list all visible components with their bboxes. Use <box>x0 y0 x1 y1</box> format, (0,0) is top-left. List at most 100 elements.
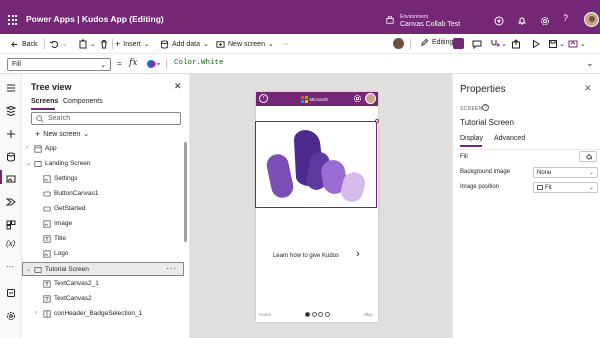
phone-header: ‹ Microsoft <box>256 92 378 106</box>
fx-icon[interactable]: fx <box>129 58 137 68</box>
advanced-tools-icon[interactable] <box>6 288 16 298</box>
close-icon[interactable]: ✕ <box>174 81 182 92</box>
new-screen-label: New screen <box>228 40 265 48</box>
tree-item-textcanvas2[interactable]: TextCanvas2 <box>22 292 184 306</box>
image-position-dropdown[interactable]: Fit ⌄ <box>533 182 598 193</box>
tree-item-settings[interactable]: Settings <box>22 172 184 186</box>
components-icon[interactable] <box>6 220 16 230</box>
resize-handle[interactable] <box>375 119 379 123</box>
delete-icon[interactable] <box>99 39 109 49</box>
tree-item-conheader-badgeselection-1[interactable]: › conHeader_BadgeSelection_1 <box>22 307 184 321</box>
paste-chevron-icon[interactable]: ⌄ <box>90 39 96 49</box>
hamburger-menu-icon[interactable] <box>6 83 16 93</box>
rail-active-indicator <box>0 170 2 184</box>
new-screen-button[interactable]: New screen ⌄ <box>216 39 274 49</box>
media-icon[interactable] <box>6 174 16 184</box>
back-icon[interactable]: ‹ <box>259 94 268 103</box>
undo-icon[interactable] <box>49 39 59 49</box>
text-control-icon <box>43 295 51 303</box>
tree-item-buttoncanvas1[interactable]: ButtonCanvas1 <box>22 187 184 201</box>
variables-icon[interactable]: (x) <box>6 239 16 249</box>
background-image-dropdown[interactable]: None ⌄ <box>533 167 598 178</box>
help-icon[interactable]: ? <box>482 104 489 111</box>
back-button[interactable]: Back <box>10 39 38 49</box>
user-avatar[interactable] <box>584 12 599 27</box>
undo-dropdown-chevron-icon[interactable]: ⌄ <box>62 39 68 49</box>
close-icon[interactable]: ✕ <box>584 83 592 94</box>
chevron-down-icon[interactable]: ⌄ <box>26 266 31 273</box>
tree-item-label: Title <box>54 235 67 242</box>
page-dot[interactable] <box>311 312 317 317</box>
publish-icon[interactable] <box>568 39 578 49</box>
copilot-icon[interactable] <box>494 16 504 26</box>
settings-rail-icon[interactable] <box>6 311 16 321</box>
chevron-down-icon: ⌄ <box>588 170 594 176</box>
tree-item-tutorial-screen[interactable]: ⌄ Tutorial Screen ··· <box>22 262 184 276</box>
checker-chevron-icon[interactable]: ⌄ <box>501 39 507 49</box>
tab-components[interactable]: Components <box>63 98 103 105</box>
app-checker-icon[interactable] <box>453 38 464 49</box>
formula-input[interactable]: Color.White <box>174 59 224 67</box>
chevron-right-icon[interactable]: › <box>35 310 37 316</box>
stethoscope-icon[interactable] <box>490 39 500 49</box>
page-dot[interactable] <box>324 312 330 317</box>
more-options-icon[interactable]: ··· <box>166 264 177 273</box>
tab-screens[interactable]: Screens <box>31 98 58 105</box>
more-commands-button[interactable]: ··· <box>282 39 289 49</box>
color-picker-icon[interactable] <box>146 59 160 69</box>
add-data-button[interactable]: Add data ⌄ <box>160 39 209 49</box>
expand-formula-chevron-icon[interactable]: ⌄ <box>586 58 594 69</box>
insert-button[interactable]: + Insert ⌄ <box>115 39 150 49</box>
chevron-right-icon[interactable]: › <box>26 145 28 151</box>
power-automate-icon[interactable] <box>6 197 16 207</box>
collaborator-avatar[interactable] <box>393 38 404 49</box>
tree-item-app[interactable]: › App <box>22 142 184 156</box>
tree-item-label: Tutorial Screen <box>45 266 89 273</box>
notifications-icon[interactable] <box>517 16 527 26</box>
tab-display[interactable]: Display <box>460 135 483 142</box>
property-dropdown[interactable]: Fill ⌄ <box>7 58 111 71</box>
tree-item-image[interactable]: Image <box>22 217 184 231</box>
tree-item-getstarted[interactable]: GetStarted <box>22 202 184 216</box>
active-tab-indicator <box>31 108 55 110</box>
help-icon[interactable]: ? <box>563 13 573 23</box>
page-dot[interactable] <box>305 312 310 317</box>
redo-icon[interactable] <box>78 39 88 49</box>
background-image-label: Background image <box>460 169 511 175</box>
data-icon[interactable] <box>6 152 16 162</box>
search-input[interactable]: Search <box>31 112 181 125</box>
avatar[interactable] <box>365 93 376 104</box>
save-icon[interactable] <box>548 39 558 49</box>
preview-play-icon[interactable] <box>531 39 541 49</box>
editing-mode-button[interactable]: Editing <box>420 38 453 47</box>
tree-item-landing-screen[interactable]: ⌄ Landing Screen <box>22 157 184 171</box>
tab-advanced[interactable]: Advanced <box>494 135 525 142</box>
more-rail-icon[interactable]: ··· <box>6 262 16 272</box>
save-chevron-icon[interactable]: ⌄ <box>559 39 565 49</box>
tree-view-icon[interactable] <box>6 106 16 116</box>
fill-color-picker[interactable] <box>579 151 597 162</box>
screen-name[interactable]: Tutorial Screen <box>460 118 514 127</box>
page-dot[interactable] <box>318 312 323 317</box>
image-selection-outline <box>255 121 377 208</box>
skip-link[interactable]: Skip <box>364 312 373 317</box>
app-launcher-icon[interactable] <box>8 15 18 25</box>
tree-view-panel: Tree view ✕ Screens Components Search + … <box>22 74 190 338</box>
gear-icon[interactable] <box>353 94 362 103</box>
settings-icon[interactable] <box>540 16 550 26</box>
tree-item-title[interactable]: Title <box>22 232 184 246</box>
tree-scrollbar[interactable] <box>184 142 187 242</box>
next-chevron-icon[interactable]: › <box>356 248 360 260</box>
tree-item-textcanvas2-1[interactable]: TextCanvas2_1 <box>22 277 184 291</box>
insert-icon[interactable] <box>6 129 16 139</box>
comments-icon[interactable] <box>472 39 482 49</box>
home-link[interactable]: Home <box>259 312 271 317</box>
new-screen-tree-button[interactable]: + New screen ⌄ <box>35 129 89 139</box>
publish-chevron-icon[interactable]: ⌄ <box>580 39 586 49</box>
properties-title: Properties <box>460 84 506 95</box>
chevron-down-icon[interactable]: ⌄ <box>26 160 31 167</box>
screen-preview[interactable]: ‹ Microsoft Learn how to give Kudos › Ho… <box>255 92 379 322</box>
tree-item-logo[interactable]: Logo <box>22 247 184 261</box>
search-icon <box>36 115 44 123</box>
share-icon[interactable] <box>511 39 521 49</box>
